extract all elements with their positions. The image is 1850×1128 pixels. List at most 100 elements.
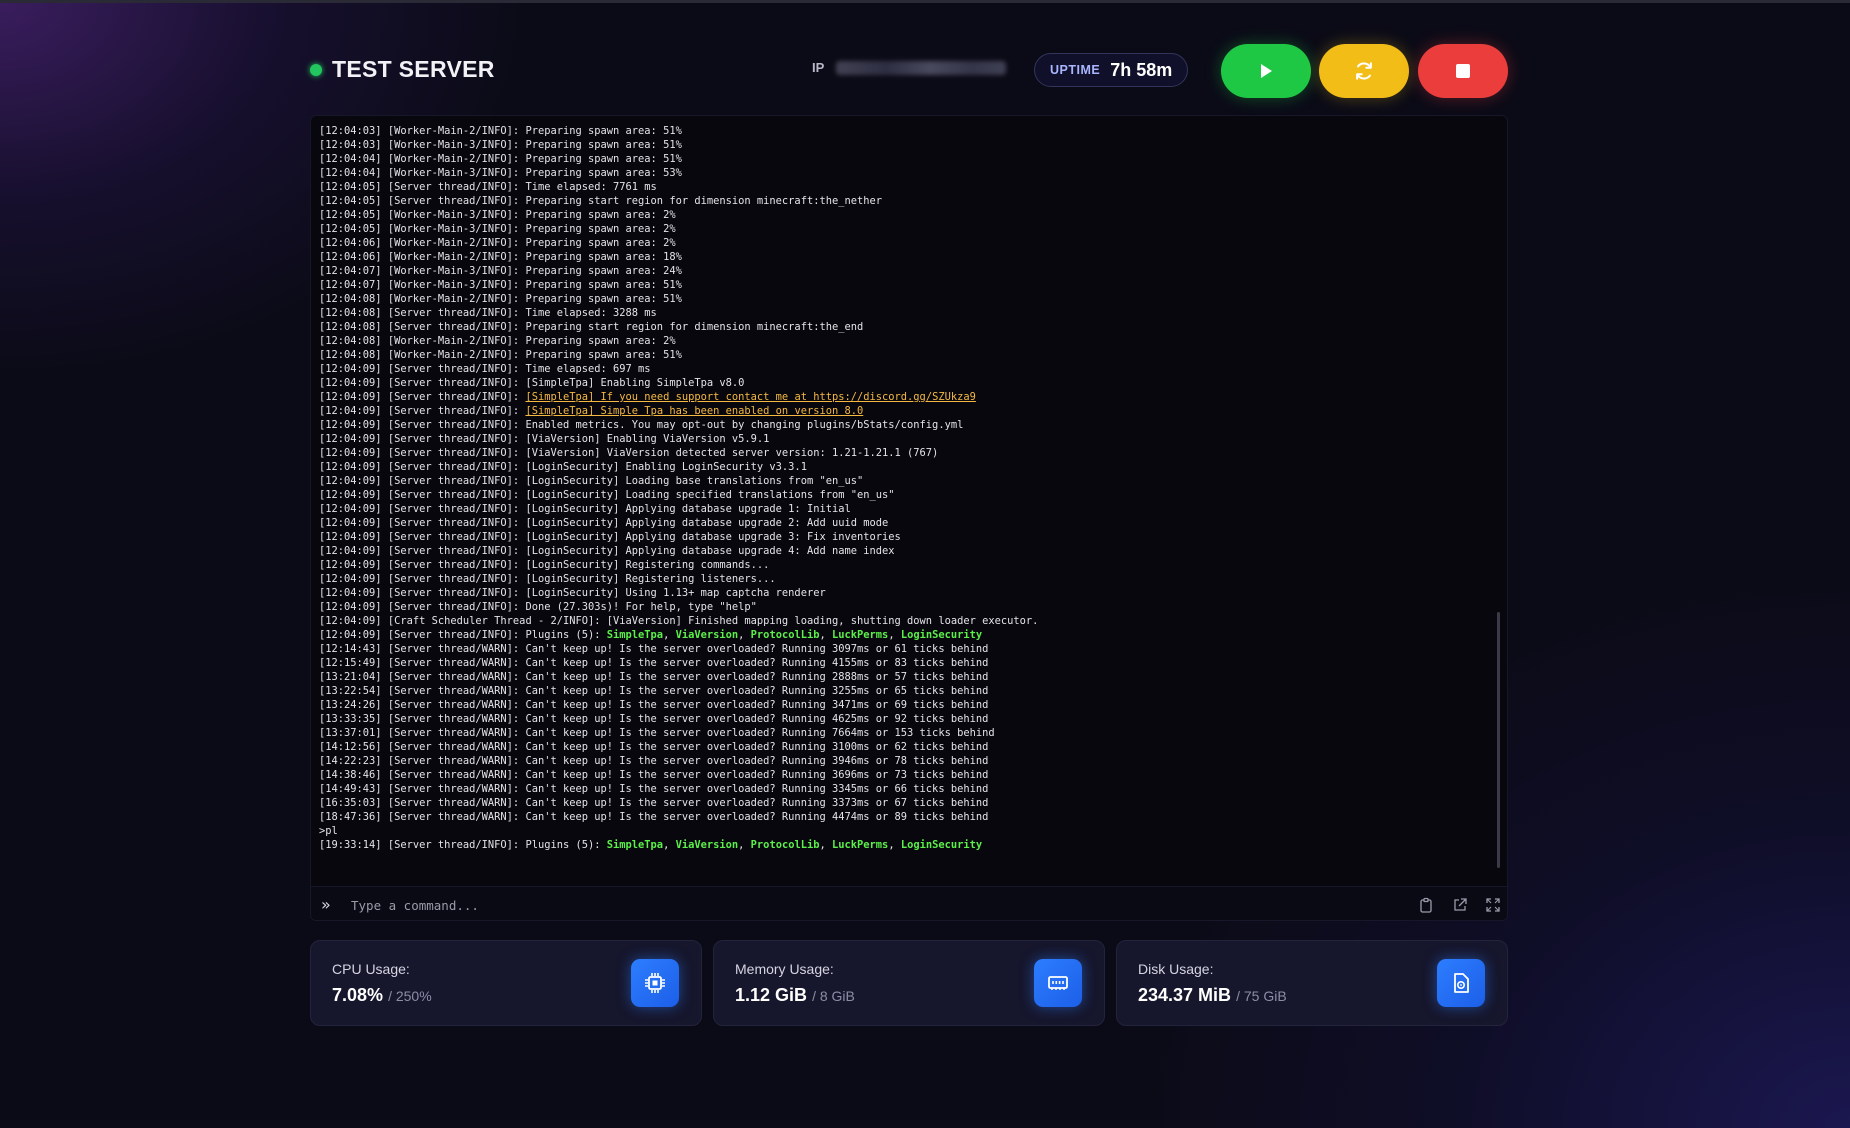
- log-text: [12:04:09] [Server thread/INFO]: Plugins…: [319, 629, 607, 641]
- log-line: [12:04:08] [Worker-Main-2/INFO]: Prepari…: [319, 292, 1489, 306]
- log-text: [12:04:09] [Server thread/INFO]: Enabled…: [319, 419, 964, 431]
- log-line: [12:04:04] [Worker-Main-2/INFO]: Prepari…: [319, 152, 1489, 166]
- log-text: [12:04:07] [Worker-Main-3/INFO]: Prepari…: [319, 265, 682, 277]
- cpu-usage-label: CPU Usage:: [332, 961, 410, 977]
- log-text: [12:04:09] [Server thread/INFO]:: [319, 405, 526, 417]
- command-bar: »: [311, 886, 1507, 920]
- console-scrollbar[interactable]: [1497, 612, 1500, 868]
- log-text: ,: [663, 839, 676, 851]
- log-plugin-name: ProtocolLib: [750, 839, 820, 851]
- log-text: [12:04:09] [Server thread/INFO]: [LoginS…: [319, 545, 895, 557]
- cpu-usage-current: 7.08%: [332, 985, 384, 1005]
- log-plugin-name: SimpleTpa: [606, 839, 664, 851]
- log-line: [12:04:09] [Server thread/INFO]: [LoginS…: [319, 558, 1489, 572]
- log-line: [12:04:05] [Server thread/INFO]: Prepari…: [319, 194, 1489, 208]
- log-text: [13:21:04] [Server thread/WARN]: Can't k…: [319, 671, 989, 683]
- log-text: [12:14:43] [Server thread/WARN]: Can't k…: [319, 643, 989, 655]
- command-input[interactable]: [349, 893, 1413, 917]
- log-line: [12:04:09] [Server thread/INFO]: [LoginS…: [319, 516, 1489, 530]
- console-log[interactable]: [12:04:03] [Worker-Main-2/INFO]: Prepari…: [319, 124, 1489, 884]
- memory-usage-max: / 8 GiB: [812, 988, 855, 1004]
- ip-address-redacted[interactable]: [836, 60, 1007, 75]
- log-text: [12:04:05] [Worker-Main-3/INFO]: Prepari…: [319, 223, 676, 235]
- log-line: [12:04:09] [Server thread/INFO]: Plugins…: [319, 628, 1489, 642]
- log-plugin-name: ViaVersion: [675, 839, 739, 851]
- log-line: [16:35:03] [Server thread/WARN]: Can't k…: [319, 796, 1489, 810]
- cpu-usage-max: / 250%: [388, 988, 432, 1004]
- log-line: [12:15:49] [Server thread/WARN]: Can't k…: [319, 656, 1489, 670]
- log-text: ,: [738, 839, 751, 851]
- log-plugin-name: LuckPerms: [832, 839, 889, 851]
- log-text: [13:22:54] [Server thread/WARN]: Can't k…: [319, 685, 989, 697]
- console-panel: [12:04:03] [Worker-Main-2/INFO]: Prepari…: [310, 115, 1508, 921]
- cpu-usage-value: 7.08% / 250%: [332, 985, 432, 1006]
- log-plugin-name: ProtocolLib: [750, 629, 820, 641]
- log-line: [12:04:09] [Server thread/INFO]: [LoginS…: [319, 530, 1489, 544]
- log-text: [19:33:14] [Server thread/INFO]: Plugins…: [319, 839, 607, 851]
- log-line: [12:04:09] [Server thread/INFO]: [Simple…: [319, 390, 1489, 404]
- server-name: TEST SERVER: [332, 56, 495, 82]
- log-text: [12:04:09] [Server thread/INFO]: [Simple…: [319, 377, 745, 389]
- clipboard-icon[interactable]: [1415, 894, 1437, 916]
- status-online-dot: [310, 63, 322, 76]
- log-text: [14:12:56] [Server thread/WARN]: Can't k…: [319, 741, 989, 753]
- log-line: [12:04:04] [Worker-Main-3/INFO]: Prepari…: [319, 166, 1489, 180]
- restart-button[interactable]: [1319, 44, 1409, 98]
- log-line: [13:21:04] [Server thread/WARN]: Can't k…: [319, 670, 1489, 684]
- log-line: [19:33:14] [Server thread/INFO]: Plugins…: [319, 838, 1489, 852]
- log-text: [12:04:09] [Server thread/INFO]: [ViaVer…: [319, 433, 770, 445]
- log-text: [12:04:09] [Server thread/INFO]: [LoginS…: [319, 559, 770, 571]
- log-line: [12:04:06] [Worker-Main-2/INFO]: Prepari…: [319, 236, 1489, 250]
- log-text: ,: [663, 629, 676, 641]
- log-line: >pl: [319, 824, 1489, 838]
- log-line: [13:33:35] [Server thread/WARN]: Can't k…: [319, 712, 1489, 726]
- log-text: ,: [888, 839, 901, 851]
- log-text: ,: [888, 629, 901, 641]
- log-text: [12:04:09] [Server thread/INFO]: Time el…: [319, 363, 651, 375]
- external-link-icon[interactable]: [1449, 894, 1471, 916]
- top-border: [0, 0, 1850, 3]
- uptime-value: 7h 58m: [1110, 59, 1173, 80]
- log-text: [12:04:09] [Server thread/INFO]: [LoginS…: [319, 461, 807, 473]
- log-text: [13:37:01] [Server thread/WARN]: Can't k…: [319, 727, 995, 739]
- uptime-badge: UPTIME 7h 58m: [1034, 53, 1189, 87]
- memory-icon: [1034, 959, 1082, 1007]
- cpu-icon: [631, 959, 679, 1007]
- disk-usage-card: Disk Usage: 234.37 MiB / 75 GiB: [1116, 940, 1508, 1026]
- log-text: [12:04:04] [Worker-Main-3/INFO]: Prepari…: [319, 167, 682, 179]
- log-link-text: [SimpleTpa] Simple Tpa has been enabled …: [525, 405, 864, 417]
- log-text: [13:24:26] [Server thread/WARN]: Can't k…: [319, 699, 989, 711]
- log-text: [12:04:09] [Server thread/INFO]: [LoginS…: [319, 587, 826, 599]
- log-line: [18:47:36] [Server thread/WARN]: Can't k…: [319, 810, 1489, 824]
- log-line: [12:04:09] [Server thread/INFO]: [LoginS…: [319, 502, 1489, 516]
- log-text: [12:04:03] [Worker-Main-3/INFO]: Prepari…: [319, 139, 682, 151]
- log-plugin-name: LoginSecurity: [900, 839, 983, 851]
- memory-usage-value: 1.12 GiB / 8 GiB: [735, 985, 855, 1006]
- log-line: [12:14:43] [Server thread/WARN]: Can't k…: [319, 642, 1489, 656]
- log-line: [14:12:56] [Server thread/WARN]: Can't k…: [319, 740, 1489, 754]
- start-button[interactable]: [1221, 44, 1311, 98]
- stop-icon: [1456, 64, 1470, 78]
- log-line: [12:04:09] [Server thread/INFO]: Time el…: [319, 362, 1489, 376]
- log-text: [12:04:08] [Worker-Main-2/INFO]: Prepari…: [319, 349, 682, 361]
- log-line: [12:04:08] [Worker-Main-2/INFO]: Prepari…: [319, 334, 1489, 348]
- log-line: [12:04:09] [Server thread/INFO]: Enabled…: [319, 418, 1489, 432]
- log-line: [12:04:09] [Server thread/INFO]: [LoginS…: [319, 488, 1489, 502]
- log-text: [12:04:07] [Worker-Main-3/INFO]: Prepari…: [319, 279, 682, 291]
- stop-button[interactable]: [1418, 44, 1508, 98]
- disk-icon: [1437, 959, 1485, 1007]
- log-line: [12:04:07] [Worker-Main-3/INFO]: Prepari…: [319, 264, 1489, 278]
- log-text: [12:04:09] [Server thread/INFO]: [LoginS…: [319, 517, 889, 529]
- log-text: [12:15:49] [Server thread/WARN]: Can't k…: [319, 657, 989, 669]
- fullscreen-icon[interactable]: [1482, 894, 1504, 916]
- log-line: [12:04:09] [Server thread/INFO]: Done (2…: [319, 600, 1489, 614]
- memory-usage-current: 1.12 GiB: [735, 985, 808, 1005]
- disk-usage-max: / 75 GiB: [1236, 988, 1287, 1004]
- log-plugin-name: ViaVersion: [675, 629, 739, 641]
- log-text: [12:04:09] [Server thread/INFO]: [LoginS…: [319, 503, 851, 515]
- disk-usage-current: 234.37 MiB: [1138, 985, 1232, 1005]
- log-text: [14:22:23] [Server thread/WARN]: Can't k…: [319, 755, 989, 767]
- log-plugin-name: LoginSecurity: [900, 629, 983, 641]
- log-line: [12:04:09] [Server thread/INFO]: [Simple…: [319, 404, 1489, 418]
- log-line: [12:04:09] [Server thread/INFO]: [LoginS…: [319, 544, 1489, 558]
